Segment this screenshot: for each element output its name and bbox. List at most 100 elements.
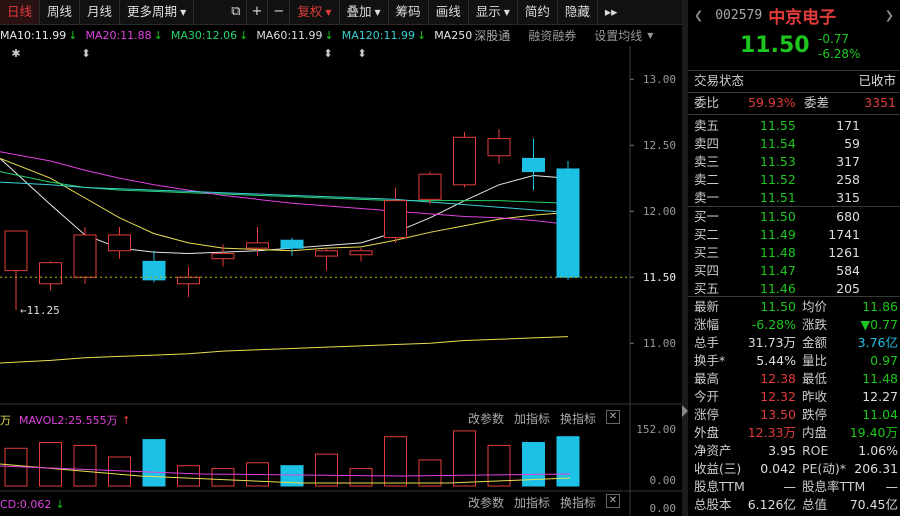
stat-value: 13.50 [760, 407, 796, 422]
chevron-down-icon: ▼ [647, 30, 654, 40]
event-marker-icon[interactable]: ⬍ [323, 47, 332, 60]
chevron-down-icon: ▼ [374, 7, 381, 17]
draw-line-button[interactable]: 画线 [429, 0, 469, 24]
candle[interactable] [4, 230, 28, 311]
bid-volume: 584 [836, 263, 860, 278]
ask-row[interactable]: 卖四 11.54 59 [688, 135, 900, 153]
ma60-value: MA60:11.99 [256, 28, 323, 42]
stat-value: 31.73万 [747, 335, 796, 350]
stat-value: 11.04 [862, 407, 898, 422]
copy-icon[interactable]: ⧉ [226, 0, 247, 24]
event-marker-icon[interactable]: ✱ [11, 47, 20, 60]
candle[interactable] [211, 244, 235, 267]
candle-body [315, 250, 338, 257]
bid-row[interactable]: 买三 11.48 1261 [688, 244, 900, 262]
stat-label: 最低 [802, 371, 828, 386]
weibi-label: 委比 [694, 95, 720, 110]
stat-value: 12.27 [862, 389, 898, 404]
expand-icon[interactable]: ▸▸ [598, 0, 625, 24]
tab-daily[interactable]: 日线 [0, 0, 41, 24]
ask-label: 卖一 [694, 190, 720, 205]
current-price-label: 11.50 [643, 271, 676, 284]
ma30-value: MA30:12.06 [170, 28, 238, 42]
candle[interactable] [418, 171, 442, 205]
tab-weekly[interactable]: 周线 [40, 0, 81, 24]
price-change: -0.77 [818, 32, 850, 46]
candle[interactable] [39, 261, 62, 291]
chips-button[interactable]: 筹码 [389, 0, 429, 24]
volume-bar [73, 444, 97, 487]
ask-label: 卖五 [694, 118, 720, 133]
zoom-out-icon[interactable]: − [268, 0, 291, 24]
bid-row[interactable]: 买一 11.50 680 [688, 208, 900, 226]
volume-bar [315, 453, 338, 487]
display-dropdown[interactable]: 显示 ▼ [469, 0, 518, 24]
event-marker-icon[interactable]: ⬍ [357, 47, 366, 60]
close-icon[interactable]: ✕ [606, 494, 620, 508]
stat-value: — [783, 479, 797, 494]
switch-indicator-button[interactable]: 换指标 [560, 410, 596, 427]
candle[interactable] [487, 129, 511, 164]
close-icon[interactable]: ✕ [606, 410, 620, 424]
candle[interactable] [280, 237, 304, 257]
simple-mode-button[interactable]: 简约 [518, 0, 558, 24]
candle[interactable] [349, 248, 373, 262]
overlay-dropdown[interactable]: 叠加 ▼ [340, 0, 389, 24]
add-indicator-button[interactable]: 加指标 [514, 494, 550, 511]
bid-price: 11.48 [760, 245, 796, 260]
stat-value: 206.31 [854, 461, 898, 476]
quote-header: ❮ 002579 中京电子 ❯ [688, 0, 900, 30]
mavol-value: MAVOL2:25.555万 [19, 414, 118, 427]
candle-body [108, 234, 131, 252]
stock-name: 中京电子 [768, 7, 837, 28]
price-change-box: -0.77 -6.28% [818, 32, 860, 62]
chart-toolbar: 日线 周线 月线 更多周期 ▼ ⧉ + − 复权 ▼ 叠加 ▼ 筹码 画线 显示 ▼ 简… [0, 0, 682, 25]
stat-row: 总手 31.73万 金额 3.76亿 [688, 334, 900, 352]
ask-row[interactable]: 卖二 11.52 258 [688, 171, 900, 189]
switch-indicator-button[interactable]: 换指标 [560, 494, 596, 511]
kline-chart[interactable]: ←11.25 13.0012.5012.0011.5011.0011.50 15… [0, 46, 682, 516]
candle[interactable] [556, 161, 580, 280]
fuquan-dropdown[interactable]: 复权 ▼ [290, 0, 340, 24]
bid-row[interactable]: 买四 11.47 584 [688, 262, 900, 280]
ask-volume: 315 [836, 190, 860, 205]
ask-row[interactable]: 卖一 11.51 315 [688, 189, 900, 207]
candle[interactable] [177, 266, 200, 297]
hide-button[interactable]: 隐藏 [558, 0, 598, 24]
tab-monthly[interactable]: 月线 [80, 0, 121, 24]
bid-row[interactable]: 买二 11.49 1741 [688, 226, 900, 244]
volume-bar [177, 465, 200, 487]
add-indicator-button[interactable]: 加指标 [514, 410, 550, 427]
prev-stock-icon[interactable]: ❮ [688, 9, 709, 22]
candle[interactable] [384, 187, 407, 243]
ask-price: 11.53 [760, 154, 796, 169]
candle[interactable] [315, 248, 338, 271]
ask-price: 11.52 [760, 172, 796, 187]
stat-row: 最新 11.50 均价 11.86 [688, 298, 900, 316]
macd-panel-header: CD:0.062 ↓ 改参数 加指标 换指标 ✕ [0, 494, 630, 514]
link-ma-settings[interactable]: 设置均线 [594, 27, 642, 44]
candle[interactable] [246, 227, 269, 257]
event-marker-icon[interactable]: ⬍ [81, 47, 90, 60]
ma20-value: MA20:11.88 [85, 28, 152, 42]
edit-params-button[interactable]: 改参数 [468, 410, 504, 427]
candle[interactable] [522, 138, 545, 191]
link-shenzhen-connect[interactable]: 深股通 [474, 27, 510, 44]
link-margin-trading[interactable]: 融资融券 [528, 27, 576, 44]
stat-value: 12.32 [760, 389, 796, 404]
ma120-value: MA120:11.99 [341, 28, 415, 42]
candle[interactable] [142, 250, 166, 283]
candle[interactable] [108, 227, 131, 259]
candle[interactable] [73, 227, 97, 284]
ask-row[interactable]: 卖三 11.53 317 [688, 153, 900, 171]
zoom-in-icon[interactable]: + [247, 0, 269, 24]
trade-status-label: 交易状态 [694, 73, 745, 88]
stat-value: 12.33万 [747, 425, 796, 440]
ask-row[interactable]: 卖五 11.55 171 [688, 117, 900, 135]
edit-params-button[interactable]: 改参数 [468, 494, 504, 511]
tab-more-periods[interactable]: 更多周期 ▼ [120, 0, 195, 24]
next-stock-icon[interactable]: ❯ [879, 9, 900, 22]
candle[interactable] [453, 132, 476, 188]
macd-value: CD:0.062 [0, 497, 52, 511]
stat-row: 收益(三) 0.042 PE(动)* 206.31 [688, 460, 900, 478]
